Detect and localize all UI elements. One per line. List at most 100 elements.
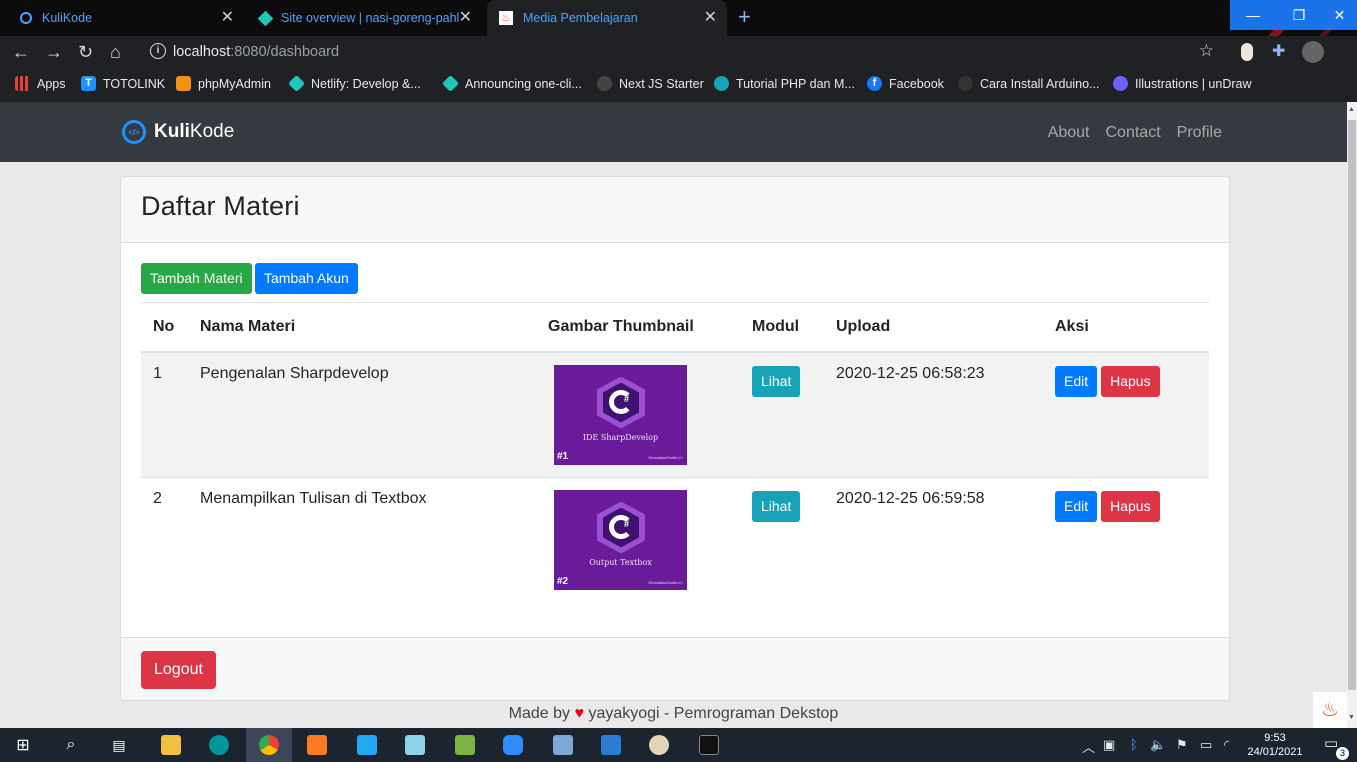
web-page: </> Kuli Kode About Contact Profile Dafta… bbox=[0, 102, 1347, 728]
close-icon[interactable]: ✕ bbox=[704, 9, 717, 27]
network-icon[interactable]: ⚑ bbox=[1176, 737, 1188, 753]
edit-button[interactable]: Edit bbox=[1055, 490, 1098, 522]
page-title: Daftar Materi bbox=[141, 191, 300, 221]
site-icon bbox=[958, 76, 973, 91]
netlify-icon bbox=[257, 10, 274, 26]
hapus-button[interactable]: Hapus bbox=[1101, 365, 1160, 397]
netlify-icon bbox=[288, 75, 305, 92]
taskbar-notepad[interactable] bbox=[392, 728, 438, 762]
lihat-modul-button[interactable]: Lihat bbox=[752, 490, 801, 522]
codeigniter-toolbar-icon[interactable]: ♨ bbox=[1313, 692, 1347, 728]
nav-links: About Contact Profile bbox=[1048, 124, 1222, 142]
bookmark-apps[interactable]: Apps bbox=[15, 76, 66, 91]
col-header-thumbnail: Gambar Thumbnail bbox=[536, 302, 740, 353]
page-scrollbar[interactable]: ▲ ▼ bbox=[1347, 102, 1357, 728]
csharp-logo-icon bbox=[609, 389, 633, 414]
bookmark-star-icon[interactable]: ☆ bbox=[1199, 41, 1214, 61]
bluetooth-icon[interactable]: ᛒ bbox=[1130, 737, 1138, 752]
forward-arrow-icon[interactable]: → bbox=[45, 42, 63, 62]
search-icon: ⌕ bbox=[66, 736, 76, 753]
taskbar-vscode[interactable] bbox=[344, 728, 390, 762]
tab-site-overview[interactable]: Site overview | nasi-goreng-pahlа ✕ bbox=[250, 0, 482, 36]
task-view-button[interactable]: ▤ bbox=[96, 728, 142, 762]
brand[interactable]: </> Kuli Kode bbox=[122, 120, 234, 144]
tab-title: KuliKode bbox=[42, 11, 93, 25]
bookmark-announcing[interactable]: Announcing one-cli... bbox=[442, 75, 582, 92]
nav-profile[interactable]: Profile bbox=[1177, 124, 1222, 142]
taskbar-paint[interactable] bbox=[636, 728, 682, 762]
site-info-icon[interactable]: i bbox=[150, 43, 166, 59]
taskbar-terminal[interactable] bbox=[686, 728, 732, 762]
start-button[interactable]: ⊞ bbox=[0, 728, 46, 762]
taskbar-android[interactable] bbox=[442, 728, 488, 762]
extension-icon[interactable] bbox=[1241, 43, 1253, 61]
url-text[interactable]: localhost:8080/dashboard bbox=[173, 44, 339, 60]
scroll-up-icon[interactable]: ▲ bbox=[1348, 106, 1355, 113]
taskbar-file-explorer[interactable] bbox=[148, 728, 194, 762]
bookmark-totolink[interactable]: T TOTOLINK bbox=[81, 76, 165, 91]
card-header: Daftar Materi bbox=[121, 177, 1229, 243]
taskbar-chrome[interactable] bbox=[246, 728, 292, 762]
cell-no: 2 bbox=[141, 476, 188, 602]
address-bar[interactable]: i localhost:8080/dashboard ☆ bbox=[140, 38, 1226, 66]
undraw-icon bbox=[1113, 76, 1128, 91]
tray-chevron-icon[interactable]: ︿ bbox=[1082, 737, 1095, 756]
logout-button[interactable]: Logout bbox=[141, 651, 216, 689]
back-arrow-icon[interactable]: ← bbox=[12, 42, 30, 62]
bookmark-arduino[interactable]: Cara Install Arduino... bbox=[958, 76, 1100, 91]
site-icon bbox=[714, 76, 729, 91]
new-tab-button[interactable]: + bbox=[738, 5, 751, 29]
close-window-button[interactable]: ✕ bbox=[1322, 0, 1357, 30]
cell-modul: Lihat bbox=[740, 476, 824, 602]
col-header-aksi: Aksi bbox=[1043, 302, 1209, 353]
cell-thumbnail: # Output Textbox #2 GinantakaGodie</> bbox=[536, 476, 740, 602]
bookmark-facebook[interactable]: f Facebook bbox=[867, 76, 944, 91]
taskbar-word[interactable] bbox=[588, 728, 634, 762]
nav-about[interactable]: About bbox=[1048, 124, 1090, 142]
scrollbar-thumb[interactable] bbox=[1348, 120, 1356, 690]
hapus-button[interactable]: Hapus bbox=[1101, 490, 1160, 522]
arduino-icon bbox=[209, 735, 229, 755]
bookmark-netlify[interactable]: Netlify: Develop &... bbox=[288, 75, 421, 92]
taskbar-arduino[interactable] bbox=[196, 728, 242, 762]
add-akun-button[interactable]: Tambah Akun bbox=[255, 263, 358, 294]
cell-nama: Menampilkan Tulisan di Textbox bbox=[188, 476, 536, 602]
bookmark-undraw[interactable]: Illustrations | unDraw bbox=[1113, 76, 1252, 91]
battery-icon[interactable]: ▭ bbox=[1200, 737, 1212, 753]
restore-button[interactable]: ❐ bbox=[1276, 0, 1322, 30]
edit-button[interactable]: Edit bbox=[1055, 365, 1098, 397]
bookmark-nextjs[interactable]: Next JS Starter bbox=[597, 76, 704, 91]
col-header-no: No bbox=[141, 302, 188, 353]
puzzle-icon[interactable]: ✚ bbox=[1272, 43, 1288, 61]
taskbar-xampp[interactable] bbox=[294, 728, 340, 762]
tab-title: Site overview | nasi-goreng-pahlа bbox=[281, 11, 459, 25]
volume-icon[interactable]: 🔈 bbox=[1150, 737, 1166, 753]
taskbar-zoom[interactable] bbox=[490, 728, 536, 762]
home-icon[interactable]: ⌂ bbox=[110, 42, 121, 62]
system-clock[interactable]: 9:53 24/01/2021 bbox=[1245, 731, 1305, 759]
search-button[interactable]: ⌕ bbox=[48, 728, 94, 762]
code-logo-icon: </> bbox=[122, 120, 146, 144]
word-icon bbox=[601, 735, 621, 755]
bookmark-tutorial-php[interactable]: Tutorial PHP dan M... bbox=[714, 76, 855, 91]
close-icon[interactable]: ✕ bbox=[221, 9, 234, 27]
tab-media-pembelajaran[interactable]: ♨ Media Pembelajaran ✕ bbox=[487, 0, 727, 36]
browser-toolbar: ← → ↻ ⌂ i localhost:8080/dashboard ☆ ✚ bbox=[0, 36, 1357, 68]
codeigniter-icon: ♨ bbox=[499, 11, 513, 25]
bookmark-phpmyadmin[interactable]: phpMyAdmin bbox=[176, 76, 271, 91]
taskbar-virtualbox[interactable] bbox=[540, 728, 586, 762]
nav-contact[interactable]: Contact bbox=[1106, 124, 1161, 142]
android-icon bbox=[455, 735, 475, 755]
reload-icon[interactable]: ↻ bbox=[78, 42, 93, 62]
avatar[interactable] bbox=[1302, 41, 1324, 63]
github-icon bbox=[597, 76, 612, 91]
scroll-down-icon[interactable]: ▼ bbox=[1348, 714, 1355, 721]
tray-app-icon[interactable]: ▣ bbox=[1103, 737, 1115, 753]
wifi-icon[interactable]: ◜ bbox=[1224, 737, 1229, 753]
close-icon[interactable]: ✕ bbox=[459, 9, 472, 27]
phpmyadmin-icon bbox=[176, 76, 191, 91]
add-materi-button[interactable]: Tambah Materi bbox=[141, 263, 252, 294]
lihat-modul-button[interactable]: Lihat bbox=[752, 365, 801, 397]
tab-kulikode[interactable]: KuliKode ✕ bbox=[12, 0, 244, 36]
minimize-button[interactable]: — bbox=[1230, 0, 1276, 30]
